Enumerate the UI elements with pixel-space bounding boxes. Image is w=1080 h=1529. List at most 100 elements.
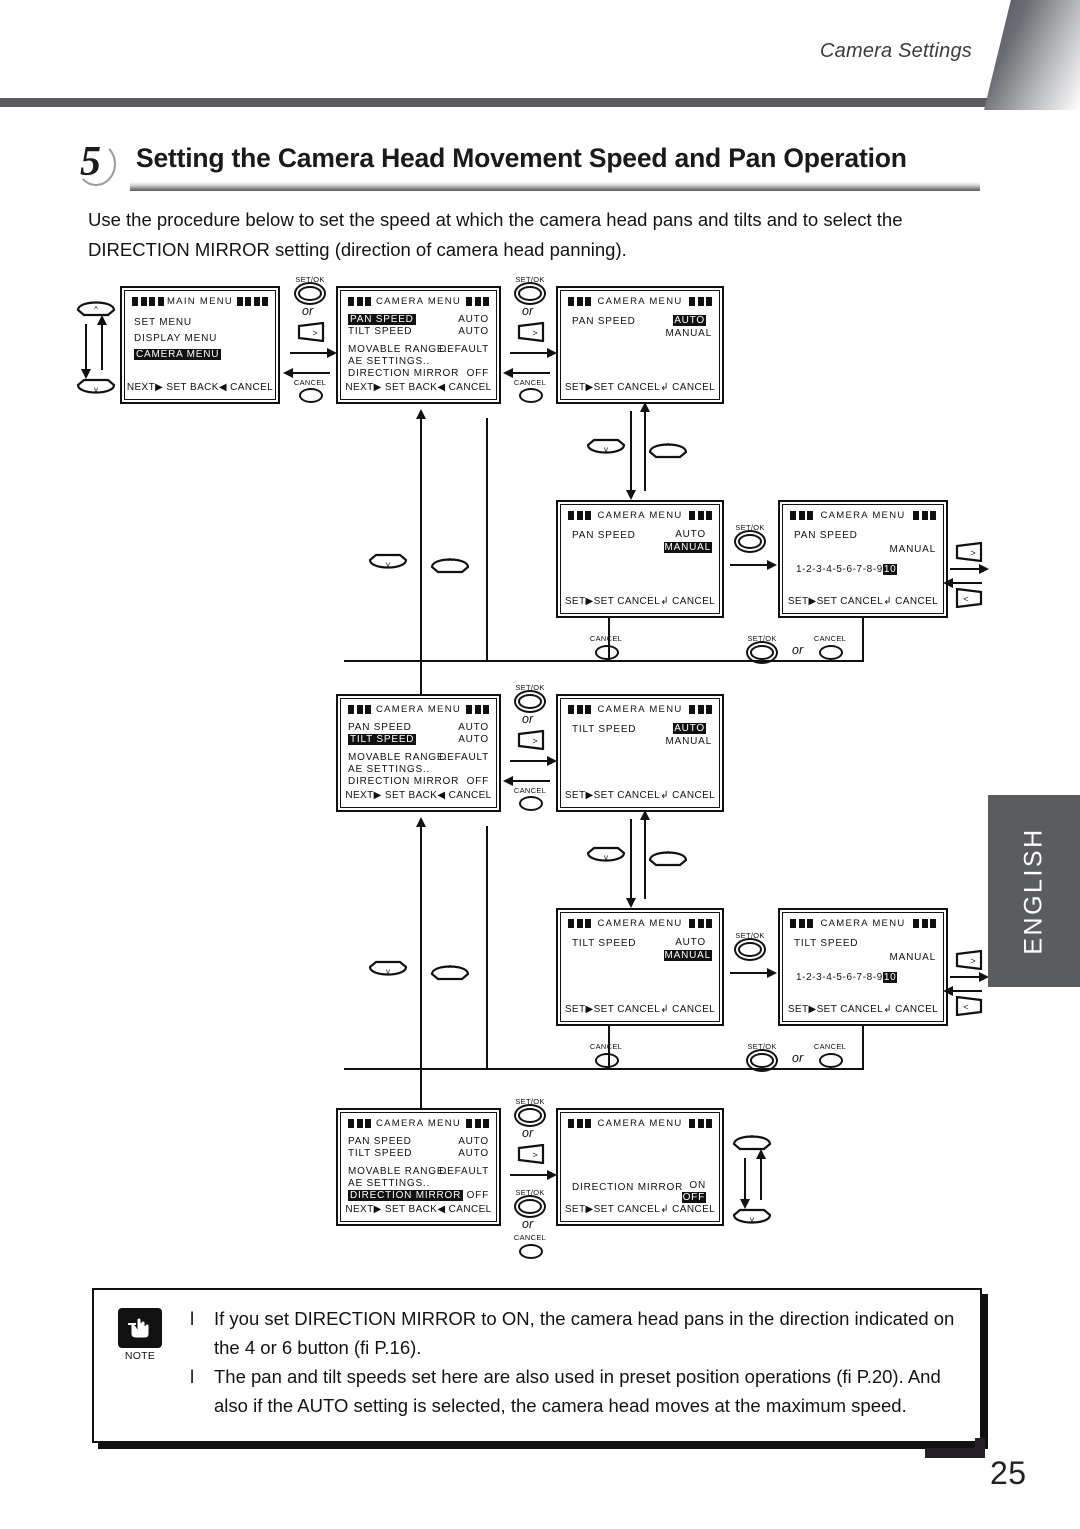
arrow-back-4 bbox=[503, 776, 550, 786]
option-manual[interactable]: MANUAL bbox=[666, 328, 712, 339]
arrow-up-mirror-option bbox=[756, 1149, 766, 1200]
svg-text:>: > bbox=[532, 328, 537, 338]
arrow-decrease-pan bbox=[943, 578, 982, 588]
cancel-button-8[interactable] bbox=[519, 1244, 543, 1259]
cancel-button-7[interactable] bbox=[819, 1053, 843, 1068]
note-bullet: l bbox=[190, 1366, 195, 1387]
menu-item-ae-settings[interactable]: AE SETTINGS.. bbox=[348, 1178, 430, 1189]
lcd-direction-mirror: CAMERA MENU DIRECTION MIRROR ON OFF SET▶… bbox=[556, 1108, 724, 1226]
set-ok-button-7[interactable] bbox=[750, 1053, 774, 1068]
option-manual[interactable]: MANUAL bbox=[663, 950, 712, 961]
svg-text:^: ^ bbox=[94, 305, 98, 314]
menu-item-pan-speed[interactable]: PAN SPEED bbox=[348, 1136, 412, 1147]
cancel-button-6[interactable] bbox=[595, 1053, 619, 1068]
set-ok-button[interactable] bbox=[738, 534, 762, 549]
menu-item-direction-mirror[interactable]: DIRECTION MIRROR bbox=[348, 1190, 464, 1201]
menu-item-movable-range[interactable]: MOVABLE RANGE.. bbox=[348, 752, 452, 763]
up-key-main-menu[interactable]: ^ bbox=[74, 296, 118, 317]
left-arrow-button[interactable]: < bbox=[954, 996, 984, 1016]
speed-scale[interactable]: 1-2-3-4-5-6-7-8-910 bbox=[796, 972, 898, 983]
up-key-mirror-option[interactable]: ^ bbox=[730, 1130, 774, 1151]
menu-item-set-menu[interactable]: SET MENU bbox=[134, 317, 192, 328]
option-manual[interactable]: MANUAL bbox=[663, 542, 712, 553]
value-tilt-speed: AUTO bbox=[458, 326, 489, 337]
menu-item-direction-mirror[interactable]: DIRECTION MIRROR bbox=[348, 368, 459, 379]
arrow-increase-pan bbox=[950, 564, 989, 574]
option-on[interactable]: ON bbox=[689, 1180, 706, 1191]
right-arrow-button[interactable]: > bbox=[516, 1144, 546, 1164]
page-header: Camera Settings bbox=[0, 0, 1080, 110]
or-label: or bbox=[792, 643, 804, 657]
up-key-tilt-manual[interactable]: ^ bbox=[428, 960, 472, 981]
right-arrow-button[interactable]: > bbox=[954, 542, 984, 562]
arrow-down-main-menu bbox=[81, 324, 91, 379]
cancel-button-3[interactable] bbox=[595, 645, 619, 660]
set-ok-button[interactable] bbox=[738, 942, 762, 957]
set-ok-button[interactable] bbox=[518, 286, 542, 301]
menu-item-pan-speed[interactable]: PAN SPEED bbox=[348, 722, 412, 733]
lcd-footer: NEXT▶ SET BACK◀ CANCEL bbox=[345, 1204, 492, 1215]
cancel-button-5[interactable] bbox=[519, 796, 543, 811]
svg-text:^: ^ bbox=[750, 1134, 754, 1143]
cancel-button-2[interactable] bbox=[519, 388, 543, 403]
arrow-back-2 bbox=[503, 368, 550, 378]
cancel-label-1: CANCEL bbox=[293, 378, 327, 387]
down-key-mirror-option[interactable]: v bbox=[730, 1208, 774, 1229]
menu-item-movable-range[interactable]: MOVABLE RANGE.. bbox=[348, 344, 452, 355]
down-key-tilt-option[interactable]: v bbox=[584, 846, 628, 867]
right-arrow-button[interactable]: > bbox=[296, 322, 326, 342]
option-off[interactable]: OFF bbox=[681, 1192, 706, 1203]
speed-scale-selected[interactable]: 10 bbox=[882, 564, 898, 575]
menu-item-pan-speed[interactable]: PAN SPEED bbox=[348, 314, 416, 325]
up-key-tilt-option[interactable]: ^ bbox=[646, 846, 690, 867]
set-ok-button[interactable] bbox=[298, 286, 322, 301]
loop-line-pan-mid bbox=[608, 618, 610, 660]
menu-item-ae-settings[interactable]: AE SETTINGS.. bbox=[348, 764, 430, 775]
left-arrow-button[interactable]: < bbox=[954, 588, 984, 608]
up-key-pan-option[interactable]: ^ bbox=[646, 438, 690, 459]
speed-scale-selected[interactable]: 10 bbox=[882, 972, 898, 983]
right-arrow-button[interactable]: > bbox=[516, 322, 546, 342]
lcd-title: CAMERA MENU bbox=[375, 296, 462, 307]
menu-item-tilt-speed[interactable]: TILT SPEED bbox=[348, 734, 417, 745]
up-key-pan-manual[interactable]: ^ bbox=[428, 553, 472, 574]
option-auto[interactable]: AUTO bbox=[673, 315, 706, 326]
cancel-button-1[interactable] bbox=[299, 388, 323, 403]
lcd-footer: NEXT▶ SET BACK◀ CANCEL bbox=[126, 382, 274, 393]
or-label: or bbox=[302, 304, 314, 318]
option-auto[interactable]: AUTO bbox=[675, 529, 706, 540]
menu-item-camera-menu[interactable]: CAMERA MENU bbox=[134, 349, 222, 360]
set-ok-button-4[interactable] bbox=[750, 645, 774, 660]
option-manual[interactable]: MANUAL bbox=[666, 736, 712, 747]
menu-item-tilt-speed[interactable]: TILT SPEED bbox=[348, 1148, 412, 1159]
svg-text:<: < bbox=[963, 1002, 968, 1012]
menu-item-tilt-speed[interactable]: TILT SPEED bbox=[348, 326, 412, 337]
svg-text:>: > bbox=[970, 956, 975, 966]
down-key-pan-option[interactable]: v bbox=[584, 438, 628, 459]
set-ok-label: SET/OK bbox=[515, 275, 545, 284]
set-ok-button-8[interactable] bbox=[518, 1199, 542, 1214]
set-ok-button[interactable] bbox=[518, 694, 542, 709]
down-key-tilt-manual[interactable]: v bbox=[366, 960, 410, 981]
menu-item-direction-mirror[interactable]: DIRECTION MIRROR bbox=[348, 776, 459, 787]
cancel-label-4: CANCEL bbox=[813, 634, 847, 643]
down-key-pan-manual[interactable]: v bbox=[366, 553, 410, 574]
intro-paragraph: Use the procedure below to set the speed… bbox=[88, 209, 903, 260]
down-key-main-menu[interactable]: v bbox=[74, 378, 118, 399]
menu-item-display-menu[interactable]: DISPLAY MENU bbox=[134, 333, 217, 344]
option-auto[interactable]: AUTO bbox=[673, 723, 706, 734]
cancel-button-4[interactable] bbox=[819, 645, 843, 660]
menu-item-movable-range[interactable]: MOVABLE RANGE.. bbox=[348, 1166, 452, 1177]
header-rule bbox=[0, 98, 988, 107]
arrow-increase-tilt bbox=[950, 972, 989, 982]
value-tilt-speed: AUTO bbox=[458, 734, 489, 745]
speed-scale[interactable]: 1-2-3-4-5-6-7-8-910 bbox=[796, 564, 898, 575]
option-auto[interactable]: AUTO bbox=[675, 937, 706, 948]
menu-item-ae-settings[interactable]: AE SETTINGS.. bbox=[348, 356, 430, 367]
value-tilt-speed: AUTO bbox=[458, 1148, 489, 1159]
set-ok-button[interactable] bbox=[518, 1108, 542, 1123]
right-arrow-button[interactable]: > bbox=[516, 730, 546, 750]
svg-text:v: v bbox=[94, 385, 98, 394]
right-arrow-button[interactable]: > bbox=[954, 950, 984, 970]
svg-text:v: v bbox=[604, 445, 608, 454]
